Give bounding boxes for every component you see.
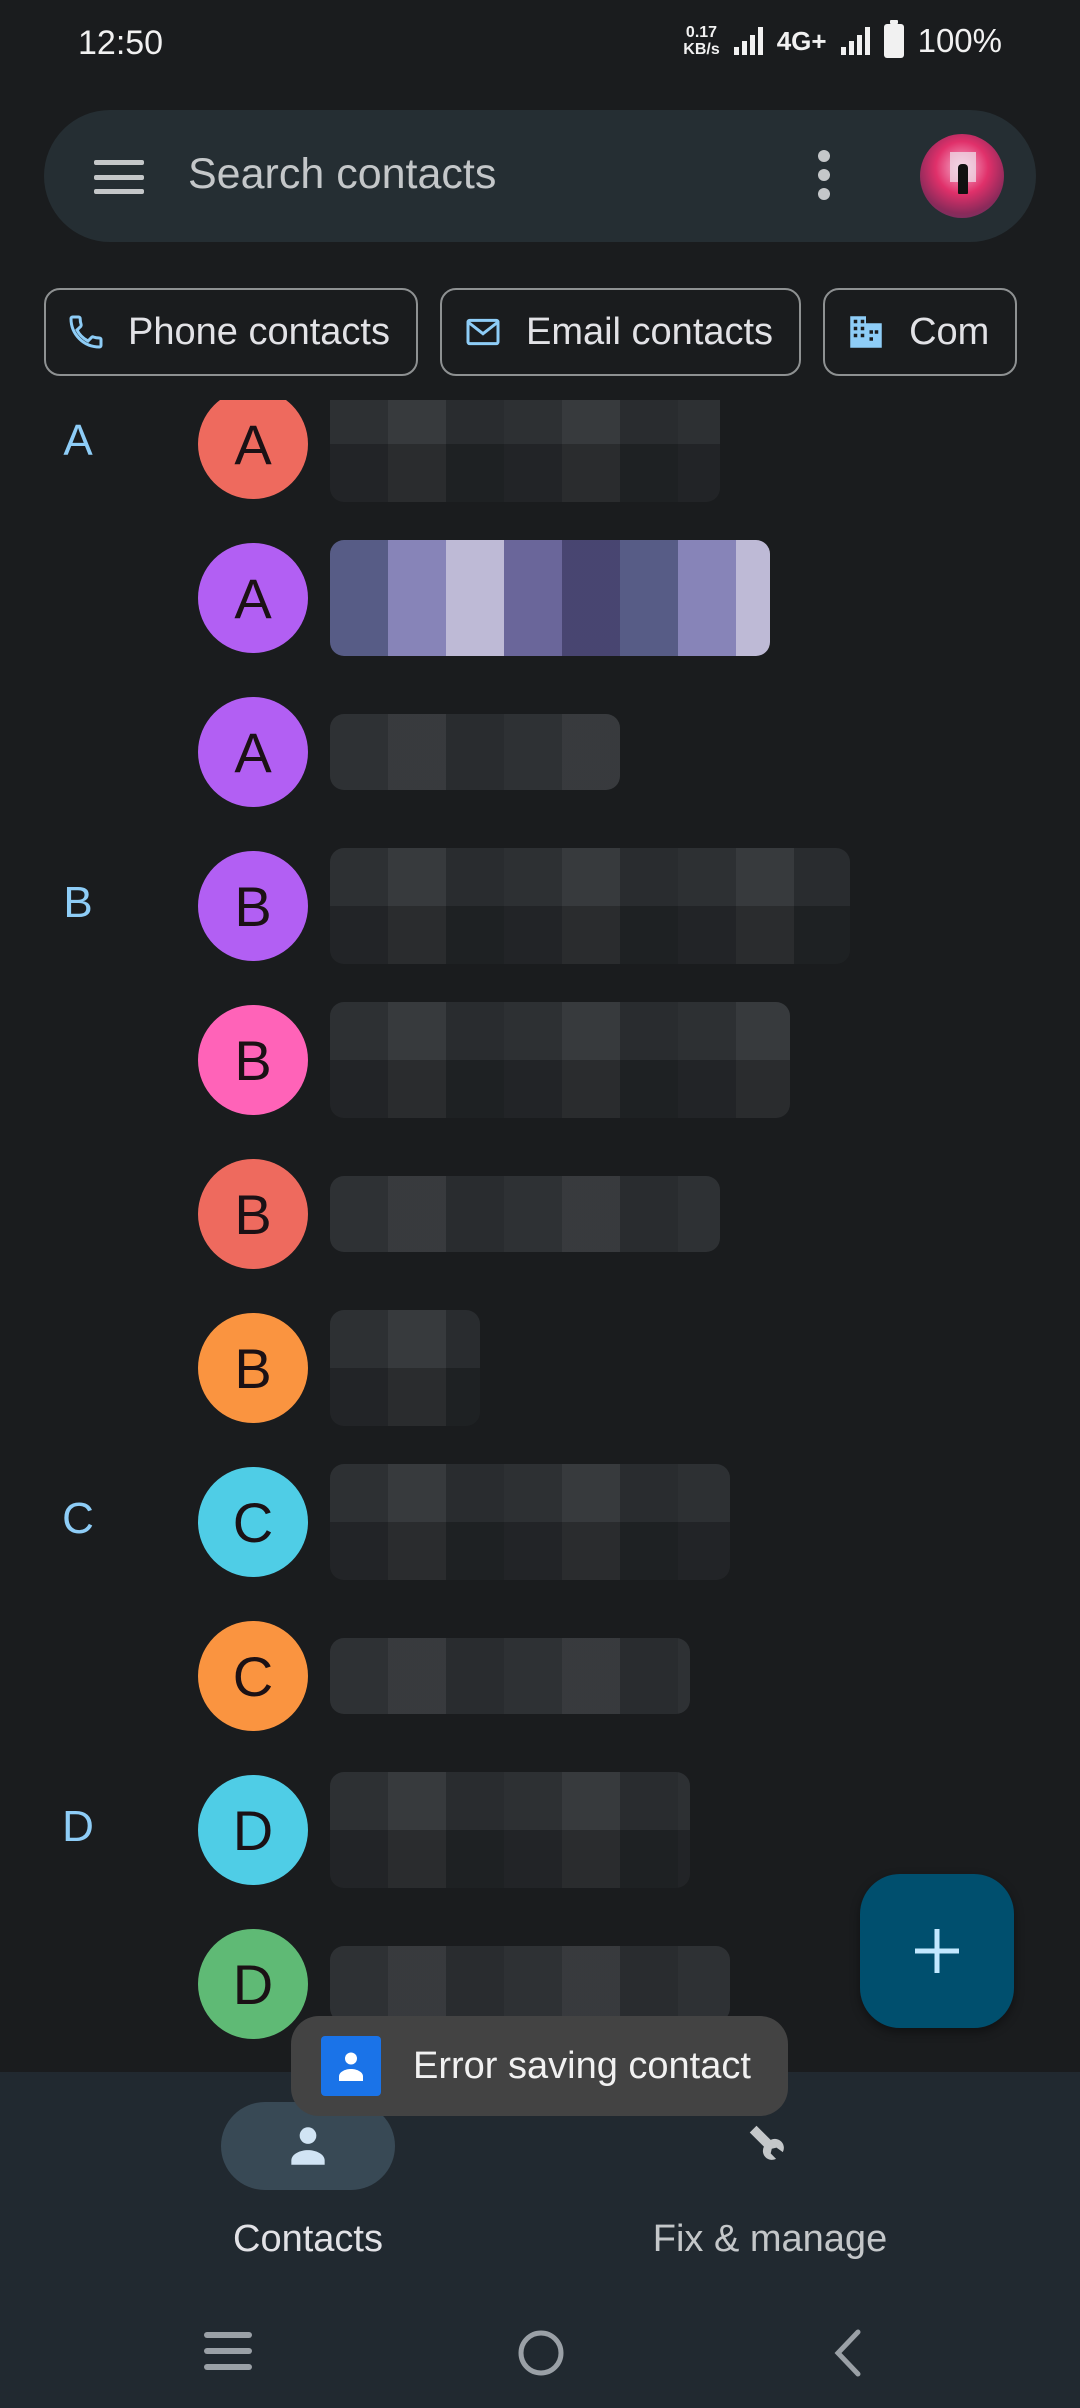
contact-avatar: C [198,1467,308,1577]
contact-avatar: C [198,1621,308,1731]
contact-name-redacted [330,714,620,790]
network-speed-value: 0.17 [685,24,718,41]
contact-row[interactable]: B [0,982,1080,1136]
person-icon [291,2127,325,2165]
contact-row[interactable]: AA [0,400,1080,520]
contact-row[interactable]: B [0,1290,1080,1444]
system-navigation-bar [0,2300,1080,2408]
create-contact-button[interactable] [860,1874,1014,2028]
contact-row[interactable]: A [0,520,1080,674]
network-speed: 0.17 KB/s [683,24,719,58]
contact-list[interactable]: AAAABBBBBCCCDDD [0,400,1080,2072]
section-header: A [63,416,93,465]
contact-row[interactable]: B [0,1136,1080,1290]
contacts-app-icon [321,2036,381,2096]
email-icon [466,318,500,346]
contact-avatar: B [198,1313,308,1423]
contact-name-redacted [330,400,720,502]
nav-label: Contacts [233,2218,383,2260]
network-speed-unit: KB/s [683,41,720,58]
contact-avatar: B [198,851,308,961]
chip-phone-contacts[interactable]: Phone contacts [44,288,418,376]
contact-row[interactable]: C [0,1598,1080,1752]
more-options-icon[interactable] [814,150,834,200]
contact-avatar: D [198,1929,308,2039]
contact-name-redacted [330,1310,480,1426]
contact-avatar: A [198,697,308,807]
contact-avatar: A [198,543,308,653]
chip-email-contacts[interactable]: Email contacts [439,288,802,376]
chip-company-contacts[interactable]: Com [823,288,1018,376]
signal-icon [733,27,763,55]
filter-chips: Phone contacts Email contacts Com [44,288,1018,376]
chip-label: Phone contacts [128,310,390,353]
status-icons: 0.17 KB/s 4G+ 100% [683,20,1002,60]
phone-icon [69,315,103,349]
contact-avatar: A [198,400,308,499]
chip-label: Com [909,310,990,353]
contact-name-redacted [330,1638,690,1714]
toast-message: Error saving contact [413,2044,751,2087]
status-time: 12:50 [78,24,164,62]
nav-fix-manage[interactable]: Fix & manage [620,2102,920,2261]
menu-icon[interactable] [94,160,144,194]
battery-percent: 100% [917,22,1002,59]
contact-row[interactable]: BB [0,828,1080,982]
search-input[interactable]: Search contacts [188,150,496,199]
contact-avatar: D [198,1775,308,1885]
contact-row[interactable]: A [0,674,1080,828]
contact-row[interactable]: CC [0,1444,1080,1598]
wrench-icon [749,2125,784,2160]
recents-icon[interactable] [202,2328,254,2379]
contact-name-redacted [330,1002,790,1118]
search-bar[interactable]: Search contacts [44,110,1036,242]
chip-label: Email contacts [525,310,774,353]
account-avatar[interactable] [920,134,1004,218]
section-header: D [62,1802,94,1851]
contact-name-redacted [330,1464,730,1580]
status-bar: 12:50 0.17 KB/s 4G+ 100% [0,0,1080,90]
section-header: B [63,878,93,927]
contact-name-redacted [330,1176,720,1252]
nav-label: Fix & manage [652,2218,888,2260]
home-icon[interactable] [516,2328,566,2383]
battery-icon [883,20,904,58]
contact-name-redacted [330,1946,730,2022]
contact-name-redacted [330,540,770,656]
plus-icon [915,1929,959,1973]
network-type: 4G+ [776,25,827,56]
company-icon [850,316,882,348]
contact-avatar: B [198,1005,308,1115]
back-icon[interactable] [830,2328,866,2383]
nav-contacts[interactable]: Contacts [158,2102,458,2261]
section-header: C [62,1494,94,1543]
contact-name-redacted [330,1772,690,1888]
contact-name-redacted [330,848,850,964]
signal-icon-2 [840,27,870,55]
contact-avatar: B [198,1159,308,1269]
error-toast: Error saving contact [291,2016,788,2116]
